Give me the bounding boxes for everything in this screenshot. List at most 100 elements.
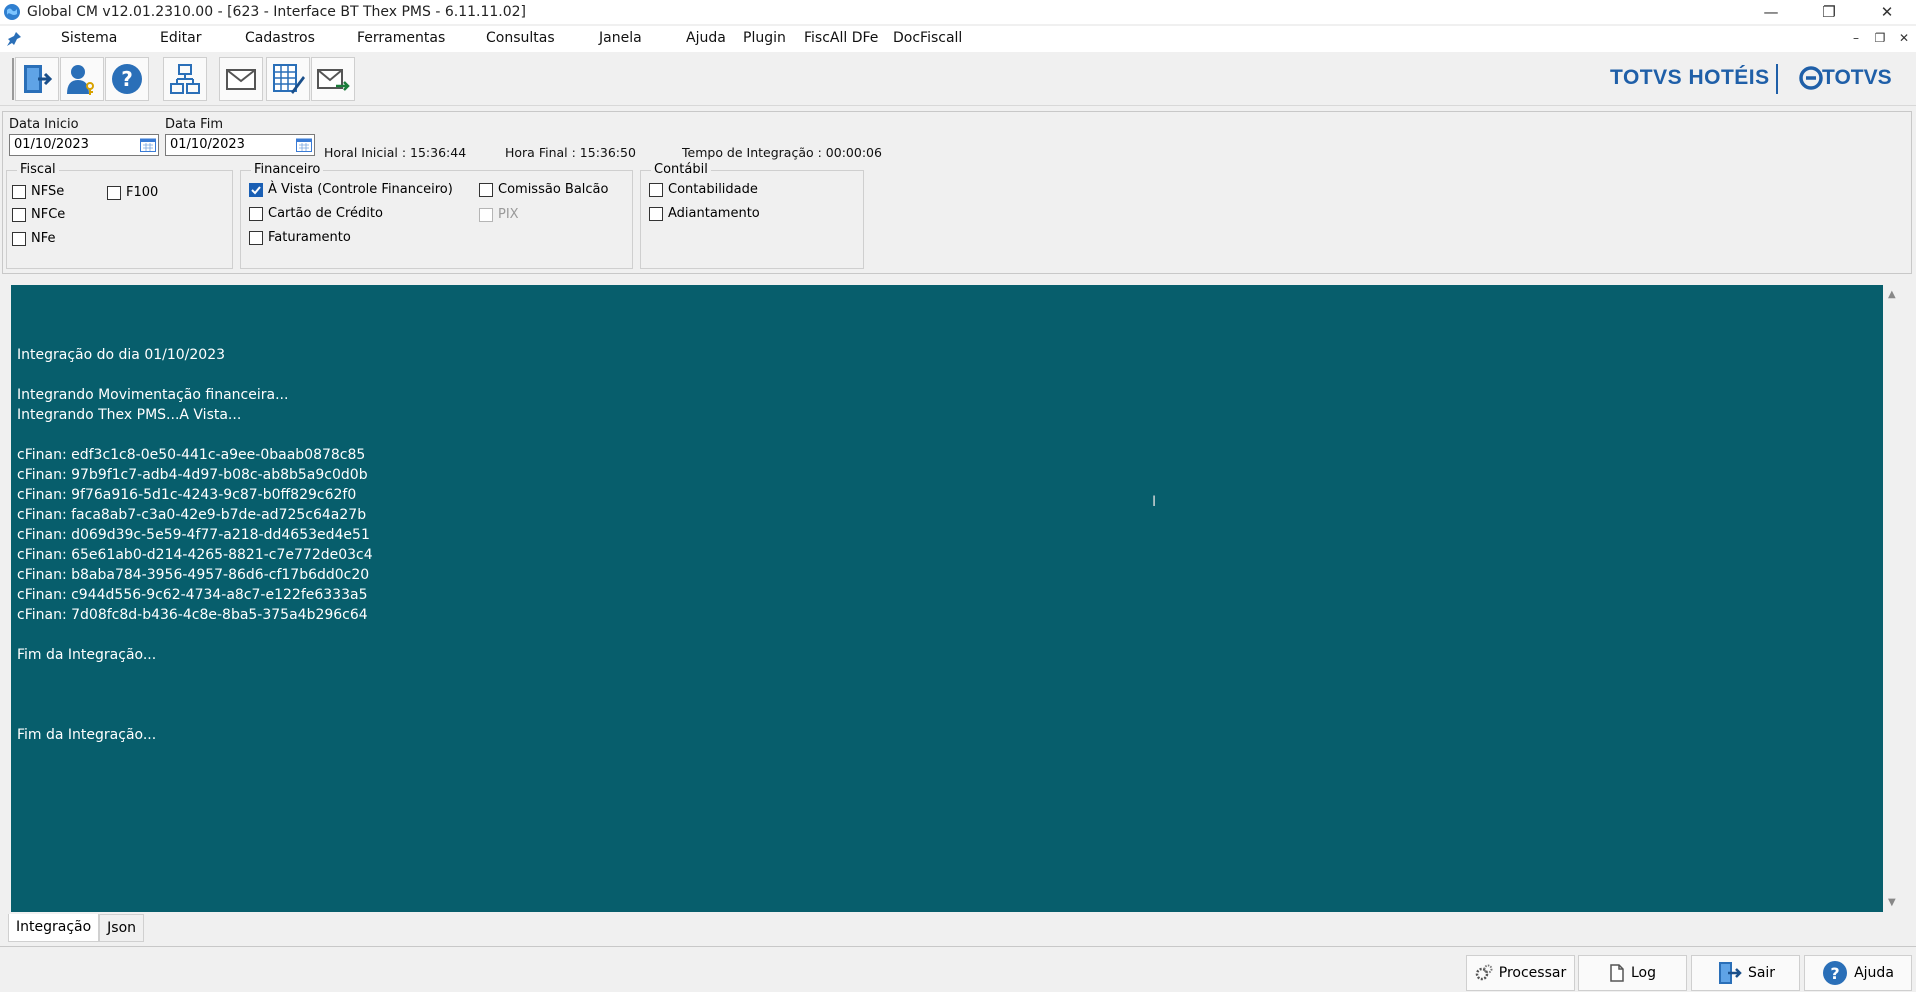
menu-consultas[interactable]: Consultas <box>486 30 555 46</box>
tab-json[interactable]: Json <box>99 914 145 942</box>
contabil-group: Contábil Contabilidade Adiantamento <box>640 162 864 269</box>
send-envelope-icon <box>317 69 350 91</box>
data-fim-field[interactable]: 01/10/2023 <box>165 134 315 156</box>
nfe-checkbox[interactable]: NFe <box>12 231 56 246</box>
brand-divider <box>1776 64 1778 94</box>
data-fim-label: Data Fim <box>165 117 223 132</box>
send-email-toolbar-button[interactable] <box>311 57 355 101</box>
menu-plugin[interactable]: Plugin <box>743 30 786 46</box>
processar-label: Processar <box>1498 965 1567 981</box>
a-vista-label: À Vista (Controle Financeiro) <box>268 182 453 197</box>
cartao-credito-label: Cartão de Crédito <box>268 206 383 221</box>
ajuda-label: Ajuda <box>1854 965 1894 981</box>
spreadsheet-toolbar-button[interactable] <box>266 57 310 101</box>
log-line: cFinan: 7d08fc8d-b436-4c8e-8ba5-375a4b29… <box>17 607 368 623</box>
calendar-icon[interactable] <box>296 138 312 152</box>
log-line: cFinan: 9f76a916-5d1c-4243-9c87-b0ff829c… <box>17 487 357 503</box>
exit-toolbar-button[interactable] <box>15 57 59 101</box>
email-toolbar-button[interactable] <box>219 57 263 101</box>
log-button[interactable]: Log <box>1578 955 1687 991</box>
log-line: Fim da Integração... <box>17 647 157 663</box>
globe-icon <box>4 4 20 20</box>
cartao-credito-checkbox[interactable]: Cartão de Crédito <box>249 206 383 221</box>
document-icon <box>1610 964 1624 982</box>
help-toolbar-button[interactable]: ? <box>105 57 149 101</box>
sair-button[interactable]: Sair <box>1691 955 1800 991</box>
data-inicio-value: 01/10/2023 <box>14 137 89 152</box>
pix-checkbox: PIX <box>479 207 519 222</box>
menu-ajuda[interactable]: Ajuda <box>686 30 726 46</box>
menu-editar[interactable]: Editar <box>160 30 201 46</box>
log-line: cFinan: b8aba784-3956-4957-86d6-cf17b6dd… <box>17 567 370 583</box>
network-toolbar-button[interactable] <box>163 57 207 101</box>
faturamento-label: Faturamento <box>268 230 351 245</box>
envelope-icon <box>226 69 256 90</box>
data-inicio-label: Data Inicio <box>9 117 79 132</box>
log-line: Fim da Integração... <box>17 727 157 743</box>
f100-label: F100 <box>126 185 159 200</box>
menu-docfiscall[interactable]: DocFiscall <box>893 30 962 46</box>
menu-fiscall-dfe[interactable]: FiscAll DFe <box>804 30 878 46</box>
pix-label: PIX <box>498 207 519 222</box>
adiantamento-checkbox[interactable]: Adiantamento <box>649 206 760 221</box>
exit-door-icon <box>24 65 53 93</box>
svg-text:?: ? <box>1830 964 1839 983</box>
tab-integracao[interactable]: Integração <box>8 914 100 942</box>
sair-label: Sair <box>1747 965 1776 981</box>
nfce-label: NFCe <box>31 207 66 222</box>
log-scrollbar[interactable]: ▲ ▼ <box>1883 285 1905 912</box>
menu-sistema[interactable]: Sistema <box>61 30 117 46</box>
fiscal-legend: Fiscal <box>17 162 59 177</box>
contabilidade-checkbox[interactable]: Contabilidade <box>649 182 758 197</box>
nfce-checkbox[interactable]: NFCe <box>12 207 65 222</box>
tempo-integracao-label: Tempo de Integração : 00:00:06 <box>682 145 882 160</box>
menu-cadastros[interactable]: Cadastros <box>245 30 315 46</box>
data-fim-value: 01/10/2023 <box>170 137 245 152</box>
processar-button[interactable]: Processar <box>1466 955 1575 991</box>
brand-totvs-hoteis: TOTVS HOTÉIS <box>1610 66 1770 89</box>
pin-icon[interactable] <box>0 26 28 52</box>
data-inicio-field[interactable]: 01/10/2023 <box>9 134 159 156</box>
fiscal-group: Fiscal NFSe NFCe NFe F100 <box>6 162 233 269</box>
ajuda-button[interactable]: ? Ajuda <box>1804 955 1912 991</box>
close-button[interactable]: ✕ <box>1858 0 1916 24</box>
scroll-up-icon[interactable]: ▲ <box>1888 289 1896 300</box>
scroll-down-icon[interactable]: ▼ <box>1888 897 1896 908</box>
mdi-restore-button[interactable]: ❐ <box>1868 28 1892 48</box>
comissao-balcao-checkbox[interactable]: Comissão Balcão <box>479 182 608 197</box>
network-icon <box>170 64 200 94</box>
log-line: cFinan: 97b9f1c7-adb4-4d97-b08c-ab8b5a9c… <box>17 467 368 483</box>
checkmark-icon <box>251 185 261 194</box>
user-key-toolbar-button[interactable] <box>60 57 104 101</box>
integration-log[interactable]: Integração do dia 01/10/2023 Integrando M… <box>11 285 1883 912</box>
tab-strip: Integração Json <box>8 914 145 942</box>
a-vista-checkbox[interactable]: À Vista (Controle Financeiro) <box>249 182 453 197</box>
log-line: Integrando Thex PMS...A Vista... <box>17 407 242 423</box>
svg-text:?: ? <box>121 67 133 91</box>
log-line: cFinan: c944d556-9c62-4734-a8c7-e122fe63… <box>17 587 368 603</box>
minimize-button[interactable]: — <box>1742 0 1800 24</box>
filters-panel: Data Inicio 01/10/2023 Data Fim 01/10/20… <box>2 111 1912 274</box>
calendar-icon[interactable] <box>140 138 156 152</box>
mdi-minimize-button[interactable]: – <box>1844 28 1868 48</box>
mdi-close-button[interactable]: ✕ <box>1892 28 1916 48</box>
log-line: Integração do dia 01/10/2023 <box>17 347 226 363</box>
restore-button[interactable]: ❐ <box>1800 0 1858 24</box>
faturamento-checkbox[interactable]: Faturamento <box>249 230 351 245</box>
menu-ferramentas[interactable]: Ferramentas <box>357 30 445 46</box>
menu-janela[interactable]: Janela <box>599 30 642 46</box>
nfse-checkbox[interactable]: NFSe <box>12 184 64 199</box>
log-line: cFinan: 65e61ab0-d214-4265-8821-c7e772de… <box>17 547 373 563</box>
log-line: cFinan: d069d39c-5e59-4f77-a218-dd4653ed… <box>17 527 370 543</box>
f100-checkbox[interactable]: F100 <box>107 185 158 200</box>
contabil-legend: Contábil <box>651 162 711 177</box>
hora-inicial-label: Horal Inicial : 15:36:44 <box>324 145 467 160</box>
spreadsheet-edit-icon <box>273 64 305 94</box>
log-line: cFinan: edf3c1c8-0e50-441c-a9ee-0baab087… <box>17 447 366 463</box>
gears-icon <box>1475 964 1493 981</box>
log-line: cFinan: faca8ab7-c3a0-42e9-b7de-ad725c64… <box>17 507 367 523</box>
financeiro-group: Financeiro À Vista (Controle Financeiro)… <box>240 162 633 269</box>
